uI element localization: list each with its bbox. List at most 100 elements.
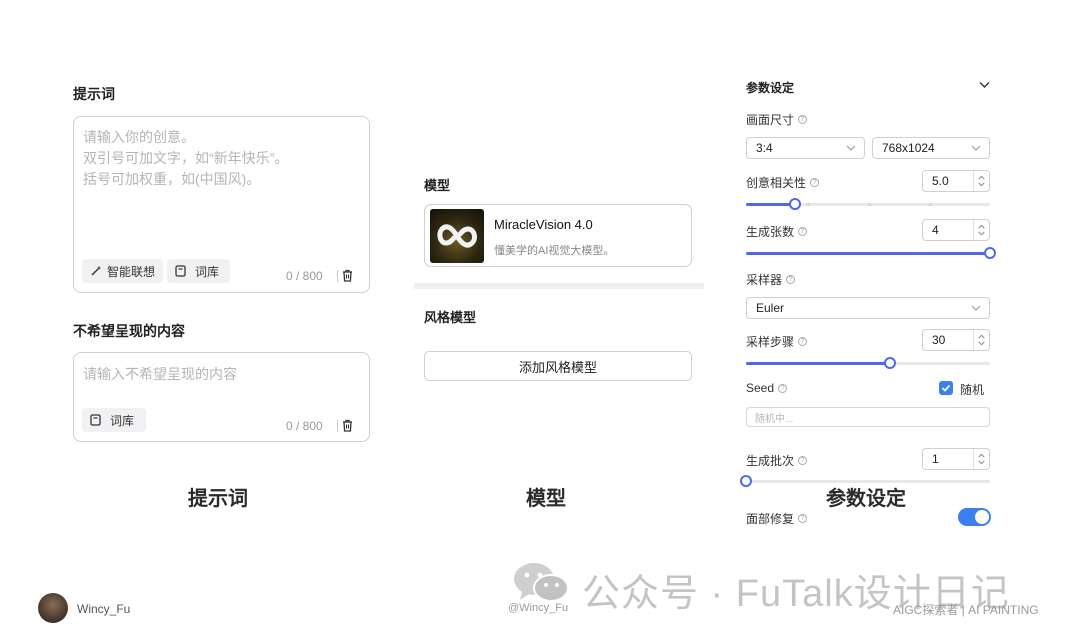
steps-value: 30	[932, 333, 946, 347]
creativity-label: 创意相关性 ?	[746, 174, 820, 191]
batch-text: 生成批次	[746, 454, 795, 468]
counter-divider	[337, 420, 338, 432]
slider-fill	[746, 252, 990, 255]
caption-prompt: 提示词	[188, 488, 248, 510]
prompt-placeholder-line: 双引号可加文字，如“新年快乐”。	[83, 150, 289, 166]
book-icon	[90, 414, 101, 426]
prompt-input[interactable]: 请输入你的创意。 双引号可加文字，如“新年快乐”。 括号可加权重，如(中国风)。…	[73, 116, 370, 293]
check-icon	[941, 384, 951, 392]
face-fix-text: 面部修复	[746, 512, 795, 526]
book-icon	[175, 265, 186, 277]
prompt-placeholder-line: 请输入你的创意。	[83, 129, 195, 145]
miraclevision-logo-icon	[437, 224, 478, 248]
help-icon[interactable]: ?	[798, 456, 808, 465]
stepper-arrows-icon[interactable]	[973, 330, 989, 350]
help-icon[interactable]: ?	[798, 115, 808, 124]
count-text: 生成张数	[746, 225, 795, 239]
random-label: 随机	[960, 383, 985, 397]
slider-fill	[746, 362, 890, 365]
steps-label: 采样步骤 ?	[746, 333, 808, 350]
canvas-size-label: 画面尺寸 ?	[746, 111, 808, 128]
seed-label: Seed ?	[746, 381, 788, 395]
chevron-down-icon	[971, 305, 981, 311]
params-title: 参数设定	[746, 81, 795, 95]
count-value: 4	[932, 223, 939, 237]
steps-slider[interactable]	[746, 357, 990, 369]
help-icon[interactable]: ?	[798, 337, 808, 346]
stepper-arrows-icon[interactable]	[973, 449, 989, 469]
help-icon[interactable]: ?	[798, 227, 808, 236]
slider-fill	[746, 203, 795, 206]
slider-handle[interactable]	[884, 357, 896, 369]
counter-divider	[337, 270, 338, 282]
caption-model: 模型	[526, 488, 566, 510]
wechat-icon	[514, 563, 569, 602]
batch-label: 生成批次 ?	[746, 452, 808, 469]
help-icon[interactable]: ?	[810, 178, 820, 187]
style-model-title: 风格模型	[424, 310, 477, 325]
model-description: 懂美学的AI视觉大模型。	[494, 245, 615, 257]
negative-title: 不希望呈现的内容	[73, 323, 185, 339]
resolution-select[interactable]: 768x1024	[872, 137, 990, 159]
seed-text: Seed	[746, 381, 775, 395]
negative-lexicon-button[interactable]: 词库	[82, 408, 146, 432]
sampler-text: 采样器	[746, 273, 783, 287]
smart-assoc-label: 智能联想	[107, 264, 156, 279]
creativity-value: 5.0	[932, 174, 949, 188]
avatar	[38, 593, 68, 623]
caption-params: 参数设定	[826, 488, 906, 510]
author-handle: @Wincy_Fu	[508, 602, 569, 614]
prompt-placeholder-line: 括号可加权重，如(中国风)。	[83, 171, 261, 187]
slider-handle[interactable]	[789, 198, 801, 210]
help-icon[interactable]: ?	[786, 275, 796, 284]
stepper-arrows-icon[interactable]	[973, 220, 989, 240]
prompt-placeholder: 请输入你的创意。 双引号可加文字，如“新年快乐”。 括号可加权重，如(中国风)。	[83, 127, 288, 190]
count-label: 生成张数 ?	[746, 223, 808, 240]
slider-tick	[807, 203, 810, 206]
seed-placeholder: 随机中...	[755, 413, 794, 425]
add-style-model-button[interactable]: 添加风格模型	[424, 351, 692, 381]
creativity-stepper[interactable]: 5.0	[922, 170, 990, 192]
prompt-lexicon-label: 词库	[195, 264, 220, 279]
negative-placeholder-line: 请输入不希望呈现的内容	[83, 366, 237, 382]
batch-stepper[interactable]: 1	[922, 448, 990, 470]
face-fix-toggle[interactable]	[958, 508, 991, 526]
canvas-size-text: 画面尺寸	[746, 113, 795, 127]
stepper-arrows-icon[interactable]	[973, 171, 989, 191]
resolution-value: 768x1024	[882, 141, 935, 155]
footer-tagline: AIGC探索者 | AI PAINTING	[893, 603, 1039, 617]
model-card[interactable]: MiracleVision 4.0 懂美学的AI视觉大模型。	[424, 204, 692, 267]
seed-input[interactable]: 随机中...	[746, 407, 990, 427]
author-name: Wincy_Fu	[77, 602, 131, 616]
random-checkbox[interactable]	[939, 381, 953, 395]
sampler-select[interactable]: Euler	[746, 297, 990, 319]
slider-handle[interactable]	[740, 475, 752, 487]
prompt-title: 提示词	[73, 86, 115, 102]
help-icon[interactable]: ?	[778, 383, 788, 393]
smart-assoc-button[interactable]: 智能联想	[82, 259, 164, 283]
prompt-lexicon-button[interactable]: 词库	[167, 259, 230, 283]
batch-value: 1	[932, 452, 939, 466]
negative-char-counter: 0 / 800	[286, 419, 323, 433]
face-fix-label: 面部修复 ?	[746, 510, 808, 527]
chevron-down-icon[interactable]	[979, 81, 990, 89]
trash-icon[interactable]	[341, 419, 354, 432]
negative-lexicon-label: 词库	[110, 413, 135, 428]
model-thumbnail	[430, 209, 484, 263]
count-slider[interactable]	[746, 247, 996, 259]
trash-icon[interactable]	[341, 269, 354, 282]
prompt-char-counter: 0 / 800	[286, 269, 323, 283]
magic-wand-icon	[91, 266, 101, 276]
sampler-value: Euler	[756, 301, 785, 315]
sampler-label: 采样器 ?	[746, 271, 796, 288]
chevron-down-icon	[846, 145, 856, 151]
negative-placeholder: 请输入不希望呈现的内容	[83, 364, 237, 385]
negative-prompt-input[interactable]: 请输入不希望呈现的内容 词库 0 / 800	[73, 352, 370, 442]
steps-stepper[interactable]: 30	[922, 329, 990, 351]
creativity-slider[interactable]	[746, 198, 990, 210]
creativity-text: 创意相关性	[746, 176, 807, 190]
help-icon[interactable]: ?	[798, 514, 808, 523]
count-stepper[interactable]: 4	[922, 219, 990, 241]
slider-handle[interactable]	[984, 247, 996, 259]
ratio-select[interactable]: 3:4	[746, 137, 865, 159]
